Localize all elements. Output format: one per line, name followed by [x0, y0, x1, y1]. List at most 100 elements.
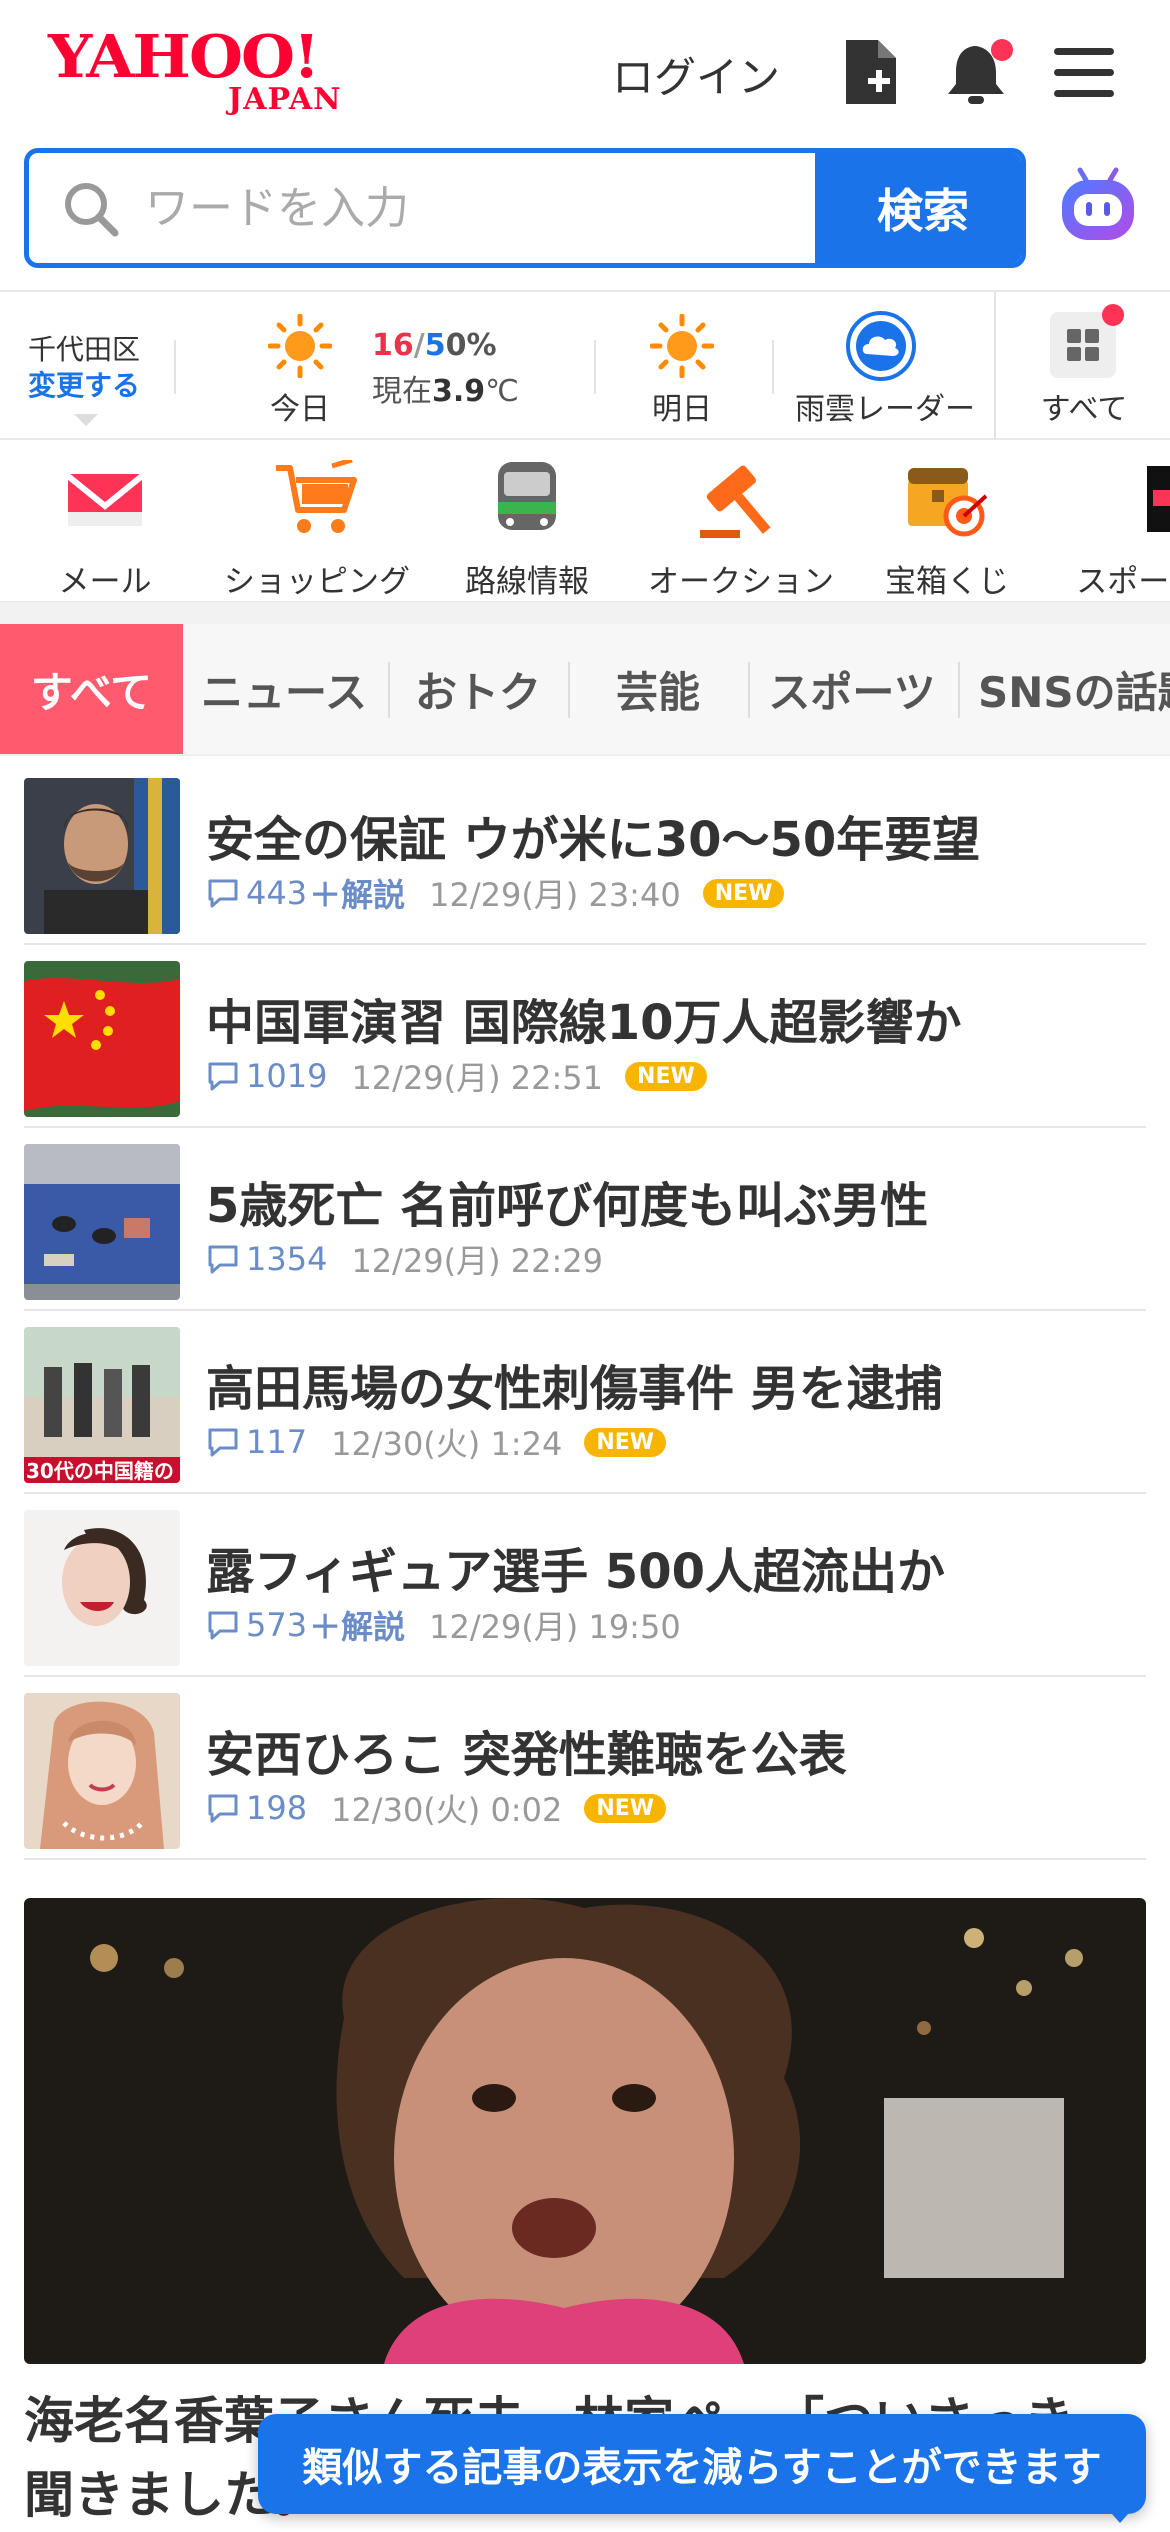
news-thumbnail [24, 1144, 180, 1300]
services-row: メール ショッピング 路線情報 オークション 宝箱くじ スポー [0, 440, 1170, 602]
news-item[interactable]: 5歳死亡 名前呼び何度も叫ぶ男性 1354 12/29(月) 22:29 [24, 1128, 1146, 1311]
low-temp: 5 [424, 328, 446, 363]
service-treasure[interactable]: 宝箱くじ [882, 460, 1012, 601]
ai-assistant-icon[interactable] [1058, 166, 1138, 246]
reduce-similar-articles-tooltip[interactable]: 類似する記事の表示を減らすことができます [258, 2414, 1146, 2514]
news-thumbnail [24, 961, 180, 1117]
divider [174, 340, 176, 394]
notification-dot [1102, 304, 1124, 326]
sun-icon [650, 314, 714, 378]
divider [594, 340, 596, 394]
tab-divider [568, 662, 570, 718]
all-services-button[interactable]: すべて [994, 292, 1170, 440]
feature-article-image[interactable] [24, 1898, 1146, 2364]
service-label: 路線情報 [465, 564, 589, 600]
comment-icon [208, 879, 238, 908]
sports-icon [1093, 460, 1170, 540]
tab-sns[interactable]: SNSの話題 [962, 624, 1170, 754]
news-time: 12/29(月) 22:51 [351, 1059, 604, 1097]
tab-news[interactable]: ニュース [196, 624, 372, 754]
service-label: スポーツ [1076, 564, 1170, 600]
search-button[interactable]: 検索 [815, 153, 1021, 263]
service-mail[interactable]: メール [50, 460, 160, 601]
category-tabs: すべて ニュース おトク 芸能 スポーツ SNSの話題 [0, 624, 1170, 756]
top-header: YAHOO! JAPAN ログイン [0, 0, 1170, 145]
news-time: 12/29(月) 23:40 [429, 876, 681, 914]
service-shopping[interactable]: ショッピング [222, 457, 412, 601]
notification-bell-icon[interactable] [944, 36, 1013, 108]
tab-deals[interactable]: おトク [392, 624, 564, 754]
sun-icon [268, 314, 332, 378]
hamburger-menu-icon[interactable] [1052, 46, 1118, 100]
caret-down-icon [74, 414, 98, 426]
new-badge: NEW [584, 1793, 667, 1823]
news-meta: 1019 12/29(月) 22:51 NEW [206, 1053, 707, 1099]
comment-count: 1354 [246, 1240, 328, 1278]
comment-icon [208, 1245, 238, 1274]
news-item[interactable]: 安西ひろこ 突発性難聴を公表 198 12/30(火) 0:02 NEW [24, 1677, 1146, 1860]
rain-chance: 0% [445, 328, 497, 363]
gavel-icon [696, 460, 786, 540]
news-meta: 117 12/30(火) 1:24 NEW [206, 1419, 667, 1465]
thumbnail-caption: 30代の中国籍の [26, 1459, 174, 1483]
news-item[interactable]: 30代の中国籍の 高田馬場の女性刺傷事件 男を逮捕 117 12/30(火) 1… [24, 1311, 1146, 1494]
news-meta: 573 ＋解説 12/29(月) 19:50 [206, 1602, 681, 1648]
change-location-link[interactable]: 変更する [28, 364, 140, 404]
news-meta: 443 ＋解説 12/29(月) 23:40 NEW [206, 870, 785, 916]
new-badge: NEW [702, 878, 785, 908]
today-label: 今日 [270, 392, 330, 427]
logo-main-text: YAHOO! [48, 21, 320, 92]
service-auction[interactable]: オークション [646, 460, 836, 601]
now-value: 3.9 [432, 374, 486, 409]
tab-entertainment[interactable]: 芸能 [572, 624, 744, 754]
temp-separator: / [413, 328, 425, 363]
news-headline: 安西ひろこ 突発性難聴を公表 [206, 1727, 847, 1783]
service-sports[interactable]: スポーツ [1068, 460, 1170, 601]
service-label: ショッピング [224, 564, 410, 600]
now-unit: ℃ [485, 374, 519, 409]
search-bar: 検索 [24, 148, 1026, 268]
comment-count: 198 [246, 1789, 308, 1827]
login-link[interactable]: ログイン [612, 44, 780, 105]
tab-sports[interactable]: スポーツ [752, 624, 952, 754]
news-thumbnail [24, 778, 180, 934]
news-headline: 中国軍演習 国際線10万人超影響か [206, 995, 962, 1051]
mail-icon [60, 460, 150, 540]
comment-icon [208, 1611, 238, 1640]
current-temp: 現在3.9℃ [372, 366, 519, 410]
comment-count: 443 [246, 874, 308, 912]
add-document-icon[interactable] [838, 36, 904, 108]
all-label: すべて [1040, 392, 1128, 427]
news-headline: 露フィギュア選手 500人超流出か [206, 1544, 945, 1600]
news-item[interactable]: 安全の保証 ウが米に30〜50年要望 443 ＋解説 12/29(月) 23:4… [24, 762, 1146, 945]
expert-commentary-label: ＋解説 [309, 876, 406, 914]
logo-sub-text: JAPAN [228, 82, 342, 117]
comment-icon [208, 1428, 238, 1457]
tab-divider [748, 662, 750, 718]
comment-icon [208, 1062, 238, 1091]
yahoo-japan-logo[interactable]: YAHOO! JAPAN [48, 21, 368, 117]
news-item[interactable]: 露フィギュア選手 500人超流出か 573 ＋解説 12/29(月) 19:50 [24, 1494, 1146, 1677]
service-route[interactable]: 路線情報 [462, 460, 592, 601]
news-item[interactable]: 中国軍演習 国際線10万人超影響か 1019 12/29(月) 22:51 NE… [24, 945, 1146, 1128]
divider [772, 340, 774, 394]
news-thumbnail [24, 1693, 180, 1849]
news-meta: 198 12/30(火) 0:02 NEW [206, 1785, 667, 1831]
treasure-icon [902, 460, 992, 540]
temperature-highlow: 16/50% [372, 328, 497, 363]
service-label: 宝箱くじ [885, 564, 1009, 600]
news-meta: 1354 12/29(月) 22:29 [206, 1236, 603, 1282]
location-name: 千代田区 [28, 333, 141, 366]
news-thumbnail [24, 1510, 180, 1666]
tab-all[interactable]: すべて [0, 624, 183, 754]
search-input[interactable] [29, 153, 815, 263]
news-headline: 高田馬場の女性刺傷事件 男を逮捕 [206, 1361, 943, 1417]
news-headline: 5歳死亡 名前呼び何度も叫ぶ男性 [206, 1178, 929, 1234]
high-temp: 16 [372, 328, 414, 363]
new-badge: NEW [584, 1427, 667, 1457]
service-label: オークション [648, 564, 834, 600]
tab-divider [388, 662, 390, 718]
new-badge: NEW [625, 1061, 707, 1091]
expert-commentary-label: ＋解説 [309, 1608, 406, 1646]
comment-count: 117 [246, 1423, 308, 1461]
